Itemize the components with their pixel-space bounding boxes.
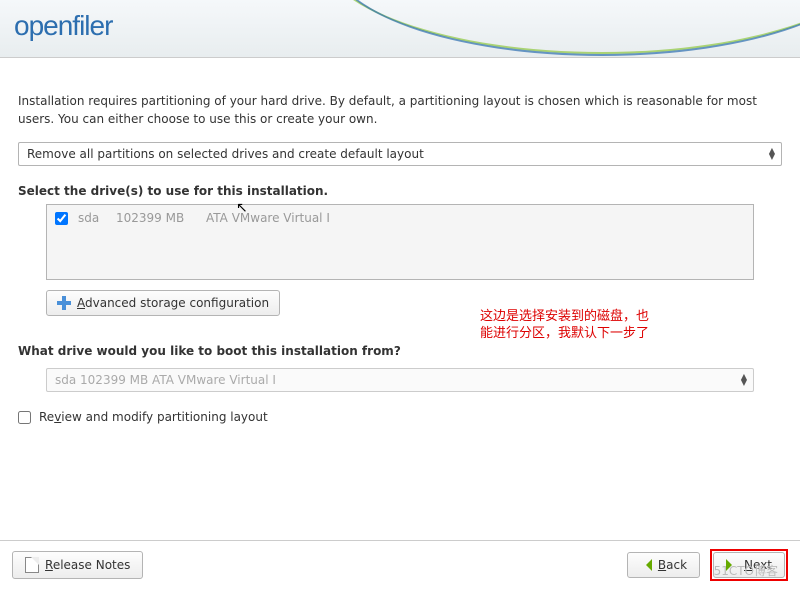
- drive-name: sda: [78, 211, 106, 225]
- boot-drive-combo[interactable]: sda 102399 MB ATA VMware Virtual I ▲▼: [46, 368, 754, 392]
- advanced-storage-label: Advanced storage configuration: [77, 296, 269, 310]
- drive-row[interactable]: sda 102399 MB ATA VMware Virtual I: [55, 211, 745, 225]
- back-button[interactable]: Back: [627, 552, 700, 578]
- content: Installation requires partitioning of yo…: [0, 58, 800, 440]
- logo: openfiler: [14, 10, 112, 42]
- drive-checkbox[interactable]: [55, 212, 68, 225]
- partition-layout-value: Remove all partitions on selected drives…: [27, 147, 424, 161]
- next-highlight: Next: [710, 549, 788, 581]
- annotation-text: 这边是选择安装到的磁盘，也 能进行分区，我默认下一步了: [480, 308, 649, 342]
- release-notes-button[interactable]: Release Notes: [12, 551, 143, 579]
- drive-model: ATA VMware Virtual I: [206, 211, 330, 225]
- header-decoration: [320, 0, 800, 58]
- partition-layout-combo[interactable]: Remove all partitions on selected drives…: [18, 142, 782, 166]
- footer: Release Notes Back Next 51CTO博客: [0, 540, 800, 589]
- arrow-right-icon: [726, 559, 738, 571]
- chevron-updown-icon: ▲▼: [741, 374, 747, 386]
- review-label: Review and modify partitioning layout: [39, 410, 268, 424]
- review-checkbox[interactable]: [18, 411, 31, 424]
- document-icon: [25, 557, 39, 573]
- next-button[interactable]: Next: [713, 552, 785, 578]
- arrow-left-icon: [640, 559, 652, 571]
- back-label: Back: [658, 558, 687, 572]
- plus-icon: [57, 296, 71, 310]
- chevron-updown-icon: ▲▼: [769, 148, 775, 160]
- drive-list: sda 102399 MB ATA VMware Virtual I: [46, 204, 754, 280]
- boot-label: What drive would you like to boot this i…: [18, 344, 782, 358]
- review-checkbox-row[interactable]: Review and modify partitioning layout: [18, 410, 782, 424]
- boot-drive-value: sda 102399 MB ATA VMware Virtual I: [55, 373, 276, 387]
- intro-text: Installation requires partitioning of yo…: [18, 92, 782, 128]
- next-label: Next: [744, 558, 772, 572]
- advanced-storage-button[interactable]: Advanced storage configuration: [46, 290, 280, 316]
- release-notes-label: Release Notes: [45, 558, 130, 572]
- drive-size: 102399 MB: [116, 211, 196, 225]
- drives-label: Select the drive(s) to use for this inst…: [18, 184, 782, 198]
- header: openfiler: [0, 0, 800, 58]
